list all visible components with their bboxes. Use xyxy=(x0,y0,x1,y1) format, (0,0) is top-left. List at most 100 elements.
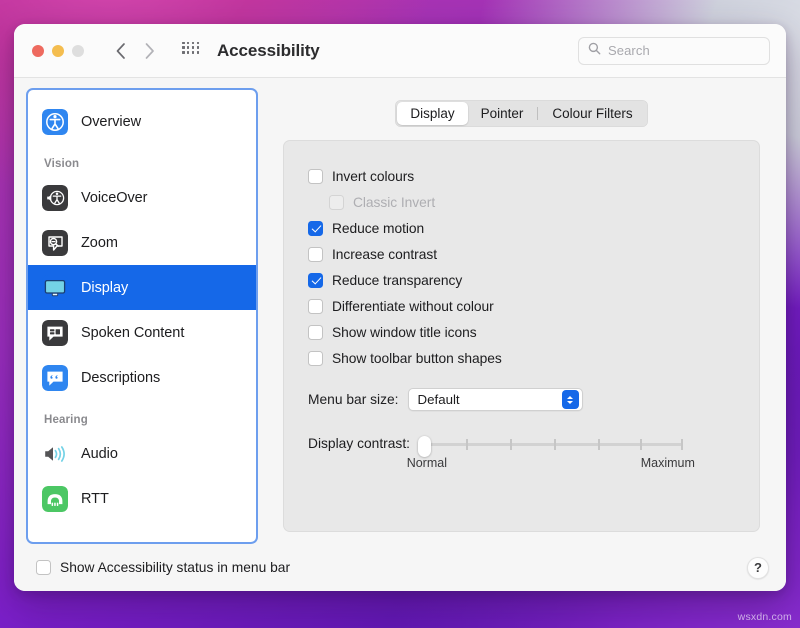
checkbox-invert-colours[interactable] xyxy=(308,169,323,184)
checkbox-row-show-toolbar-button-shapes[interactable]: Show toolbar button shapes xyxy=(308,345,735,371)
navigation-arrows xyxy=(114,41,156,61)
sidebar-item-descriptions[interactable]: Descriptions xyxy=(28,355,256,400)
checkbox-show-accessibility-status[interactable] xyxy=(36,560,51,575)
checkbox-reduce-motion[interactable] xyxy=(308,221,323,236)
checkbox-increase-contrast[interactable] xyxy=(308,247,323,262)
sidebar-group-vision: Vision xyxy=(28,144,256,175)
tab-pointer[interactable]: Pointer xyxy=(468,102,537,125)
checkbox-label: Invert colours xyxy=(332,169,414,184)
desktop-background: Accessibility Search xyxy=(0,0,800,628)
chevron-up-down-icon[interactable] xyxy=(562,390,579,409)
display-settings-panel: Invert colours Classic Invert Reduce mot… xyxy=(283,140,760,532)
slider-tick xyxy=(554,439,556,450)
menu-bar-size-label: Menu bar size: xyxy=(308,392,399,407)
search-input[interactable]: Search xyxy=(608,43,650,58)
sidebar-item-display[interactable]: Display xyxy=(28,265,256,310)
checkbox-label: Show window title icons xyxy=(332,325,477,340)
sidebar-item-label: Zoom xyxy=(81,235,118,251)
sidebar-item-label: Overview xyxy=(81,114,141,130)
accessibility-person-icon xyxy=(42,109,68,135)
checkbox-row-reduce-transparency[interactable]: Reduce transparency xyxy=(308,267,735,293)
display-contrast-row: Display contrast: xyxy=(308,434,735,474)
checkbox-differentiate-without-colour[interactable] xyxy=(308,299,323,314)
slider-tick xyxy=(640,439,642,450)
menu-bar-size-row: Menu bar size: Default xyxy=(308,388,735,411)
checkbox-row-reduce-motion[interactable]: Reduce motion xyxy=(308,215,735,241)
sidebar-item-label: RTT xyxy=(81,491,109,507)
sidebar-item-audio[interactable]: Audio xyxy=(28,431,256,476)
slider-thumb[interactable] xyxy=(418,436,431,457)
checkbox-row-differentiate-without-colour[interactable]: Differentiate without colour xyxy=(308,293,735,319)
slider-track[interactable] xyxy=(423,443,683,446)
checkbox-label: Show Accessibility status in menu bar xyxy=(60,560,290,575)
sidebar-item-label: VoiceOver xyxy=(81,190,147,206)
maximize-window-button[interactable] xyxy=(72,45,84,57)
window-body: Overview Vision VoiceOver xyxy=(14,78,786,544)
back-button[interactable] xyxy=(114,41,127,61)
slider-tick xyxy=(598,439,600,450)
sidebar-item-label: Descriptions xyxy=(81,370,160,386)
slider-min-label: Normal xyxy=(407,456,447,470)
system-preferences-window: Accessibility Search xyxy=(14,24,786,591)
traffic-light-controls xyxy=(32,45,84,57)
slider-tick xyxy=(681,439,683,450)
checkbox-row-invert-colours[interactable]: Invert colours xyxy=(308,163,735,189)
page-title: Accessibility xyxy=(217,41,320,61)
sidebar-item-zoom[interactable]: Zoom xyxy=(28,220,256,265)
display-monitor-icon xyxy=(42,275,68,301)
tab-colour-filters[interactable]: Colour Filters xyxy=(539,102,645,125)
minimize-window-button[interactable] xyxy=(52,45,64,57)
rtt-phone-icon xyxy=(42,486,68,512)
help-button[interactable]: ? xyxy=(747,557,769,579)
forward-button[interactable] xyxy=(143,41,156,61)
window-titlebar: Accessibility Search xyxy=(14,24,786,78)
display-contrast-slider[interactable]: Normal Maximum xyxy=(418,434,683,474)
checkbox-classic-invert xyxy=(329,195,344,210)
content-pane: Display Pointer Colour Filters Invert co… xyxy=(267,88,774,544)
watermark: wsxdn.com xyxy=(738,611,792,623)
checkbox-row-show-window-title-icons[interactable]: Show window title icons xyxy=(308,319,735,345)
sidebar-group-hearing: Hearing xyxy=(28,400,256,431)
sidebar-item-label: Audio xyxy=(81,446,118,462)
checkbox-row-increase-contrast[interactable]: Increase contrast xyxy=(308,241,735,267)
slider-end-labels: Normal Maximum xyxy=(418,456,683,474)
sidebar-item-overview[interactable]: Overview xyxy=(28,99,256,144)
slider-max-label: Maximum xyxy=(641,456,695,470)
search-field[interactable]: Search xyxy=(578,37,770,65)
tab-separator xyxy=(537,107,538,120)
sidebar-item-rtt[interactable]: RTT xyxy=(28,476,256,521)
descriptions-icon xyxy=(42,365,68,391)
checkbox-show-window-title-icons[interactable] xyxy=(308,325,323,340)
checkbox-row-classic-invert: Classic Invert xyxy=(308,189,735,215)
menu-bar-size-select[interactable]: Default xyxy=(408,388,583,411)
checkbox-label: Reduce motion xyxy=(332,221,424,236)
search-icon xyxy=(588,42,601,60)
spoken-content-icon xyxy=(42,320,68,346)
slider-track-wrap[interactable] xyxy=(418,434,683,454)
display-contrast-label: Display contrast: xyxy=(308,434,410,451)
grid-apps-icon[interactable] xyxy=(182,42,200,60)
tab-display[interactable]: Display xyxy=(397,102,467,125)
menu-bar-size-value: Default xyxy=(418,392,562,407)
close-window-button[interactable] xyxy=(32,45,44,57)
sidebar-focus-ring: Overview Vision VoiceOver xyxy=(26,88,258,544)
checkbox-show-toolbar-button-shapes[interactable] xyxy=(308,351,323,366)
zoom-magnifier-icon xyxy=(42,230,68,256)
checkbox-reduce-transparency[interactable] xyxy=(308,273,323,288)
checkbox-label: Increase contrast xyxy=(332,247,437,262)
slider-tick xyxy=(510,439,512,450)
checkbox-label: Show toolbar button shapes xyxy=(332,351,502,366)
sidebar[interactable]: Overview Vision VoiceOver xyxy=(28,90,256,542)
window-footer: Show Accessibility status in menu bar ? xyxy=(14,544,786,591)
sidebar-item-spoken-content[interactable]: Spoken Content xyxy=(28,310,256,355)
checkbox-row-show-accessibility-status[interactable]: Show Accessibility status in menu bar xyxy=(36,560,290,575)
voiceover-icon xyxy=(42,185,68,211)
checkbox-label: Classic Invert xyxy=(353,195,435,210)
checkbox-label: Reduce transparency xyxy=(332,273,462,288)
tab-bar: Display Pointer Colour Filters xyxy=(395,100,647,127)
audio-speaker-icon xyxy=(42,441,68,467)
sidebar-item-voiceover[interactable]: VoiceOver xyxy=(28,175,256,220)
sidebar-item-label: Spoken Content xyxy=(81,325,184,341)
slider-tick xyxy=(466,439,468,450)
sidebar-item-label: Display xyxy=(81,280,128,296)
